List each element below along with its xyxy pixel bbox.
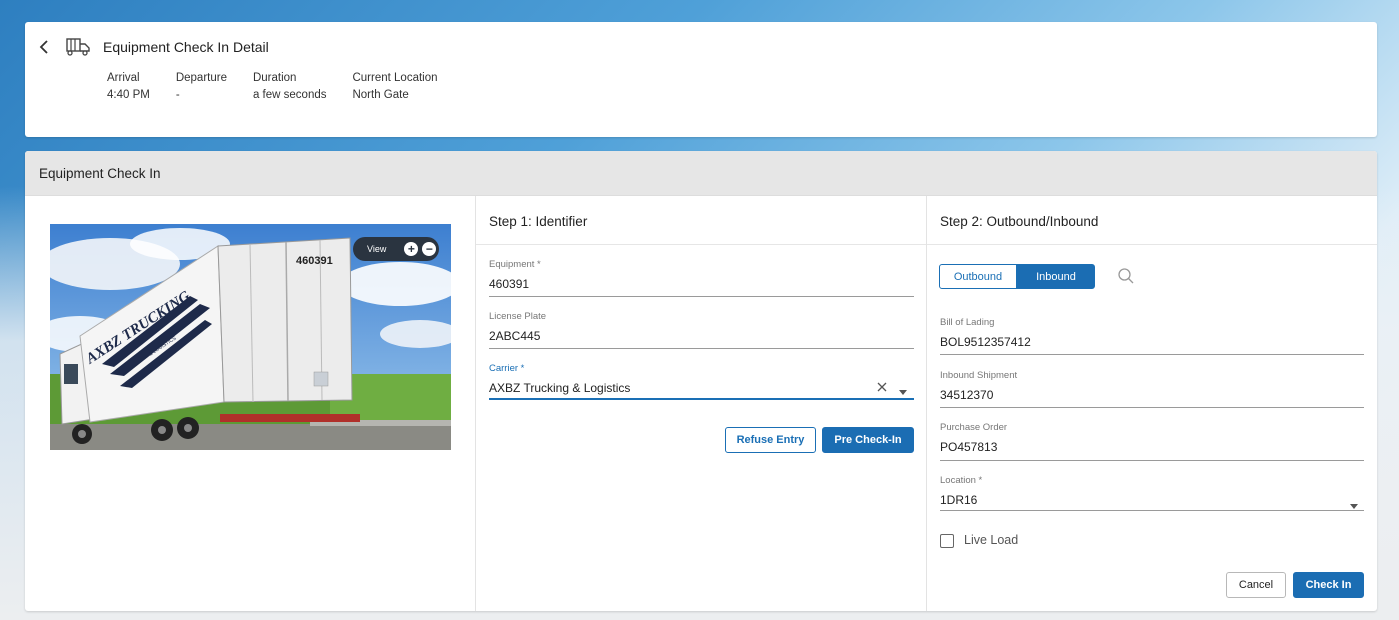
equipment-photo: AXBZ TRUCKING & LOGISTICS 460391 View + … bbox=[50, 224, 451, 450]
inbound-shipment-value: 34512370 bbox=[940, 388, 994, 402]
field-underline bbox=[940, 354, 1364, 355]
meta-label: Arrival bbox=[107, 72, 140, 84]
page-title: Equipment Check In Detail bbox=[103, 39, 269, 55]
view-label: View bbox=[367, 244, 387, 254]
step2-divider bbox=[927, 244, 1377, 245]
bill-of-lading-label: Bill of Lading bbox=[940, 317, 995, 328]
bill-of-lading-value: BOL9512357412 bbox=[940, 335, 1031, 349]
cancel-button[interactable]: Cancel bbox=[1226, 572, 1286, 598]
meta-departure: Departure - bbox=[176, 70, 227, 104]
meta-label: Duration bbox=[252, 72, 297, 84]
arrival-meta: Arrival 4:40 PM Departure - Duration a f… bbox=[107, 70, 464, 104]
truck-icon bbox=[65, 36, 93, 58]
header-card: Equipment Check In Detail Arrival 4:40 P… bbox=[25, 22, 1377, 137]
meta-value: a few seconds bbox=[252, 89, 327, 101]
field-underline bbox=[489, 348, 914, 349]
meta-current-location: Current Location North Gate bbox=[352, 70, 437, 104]
meta-arrival: Arrival 4:40 PM bbox=[107, 70, 150, 104]
meta-value: North Gate bbox=[352, 89, 409, 101]
equipment-value: 460391 bbox=[489, 277, 530, 291]
purchase-order-field[interactable]: Purchase Order PO457813 bbox=[940, 422, 1364, 462]
carrier-label: Carrier * bbox=[489, 363, 525, 374]
field-underline bbox=[489, 398, 914, 400]
clear-icon[interactable] bbox=[877, 379, 887, 397]
field-underline bbox=[489, 296, 914, 297]
outbound-toggle[interactable]: Outbound bbox=[939, 264, 1017, 289]
column-divider bbox=[926, 196, 927, 611]
search-icon[interactable] bbox=[1117, 267, 1135, 290]
license-plate-value: 2ABC445 bbox=[489, 329, 541, 343]
chevron-left-icon[interactable] bbox=[39, 37, 57, 57]
inbound-shipment-label: Inbound Shipment bbox=[940, 370, 1018, 381]
carrier-select[interactable]: Carrier * AXBZ Trucking & Logistics bbox=[489, 363, 914, 403]
license-plate-field[interactable]: License Plate 2ABC445 bbox=[489, 311, 914, 351]
license-plate-label: License Plate bbox=[489, 311, 547, 322]
section-header: Equipment Check In bbox=[25, 151, 1377, 196]
step1-divider bbox=[476, 244, 926, 245]
location-select[interactable]: Location * 1DR16 bbox=[940, 475, 1364, 515]
zoom-out-icon[interactable]: − bbox=[422, 242, 437, 256]
location-label: Location * bbox=[940, 475, 983, 486]
carrier-value: AXBZ Trucking & Logistics bbox=[489, 381, 631, 395]
meta-label: Current Location bbox=[352, 72, 438, 84]
field-underline bbox=[940, 407, 1364, 408]
inbound-toggle[interactable]: Inbound bbox=[1017, 264, 1095, 289]
refuse-entry-button[interactable]: Refuse Entry bbox=[725, 427, 816, 453]
field-underline bbox=[940, 460, 1364, 461]
direction-toggle: Outbound Inbound bbox=[939, 264, 1095, 289]
live-load-label: Live Load bbox=[964, 533, 1019, 547]
pre-check-in-button[interactable]: Pre Check-In bbox=[822, 427, 914, 453]
purchase-order-label: Purchase Order bbox=[940, 422, 1008, 433]
inbound-shipment-field[interactable]: Inbound Shipment 34512370 bbox=[940, 370, 1364, 410]
column-divider bbox=[475, 196, 476, 611]
caret-down-icon[interactable] bbox=[1350, 496, 1358, 514]
meta-label: Departure bbox=[175, 72, 227, 84]
trailer-number: 460391 bbox=[296, 255, 333, 267]
meta-value: - bbox=[175, 89, 180, 101]
equipment-label: Equipment * bbox=[489, 259, 541, 270]
view-zoom-control: View + − bbox=[353, 237, 439, 261]
step2-title: Step 2: Outbound/Inbound bbox=[940, 214, 1099, 229]
meta-value: 4:40 PM bbox=[107, 89, 150, 101]
section-title: Equipment Check In bbox=[39, 166, 161, 181]
step1-title: Step 1: Identifier bbox=[489, 214, 588, 229]
live-load-checkbox[interactable] bbox=[940, 534, 954, 548]
field-underline bbox=[940, 510, 1364, 511]
zoom-in-icon[interactable]: + bbox=[404, 242, 419, 256]
location-value: 1DR16 bbox=[940, 493, 978, 507]
check-in-button[interactable]: Check In bbox=[1293, 572, 1364, 598]
equipment-field[interactable]: Equipment * 460391 bbox=[489, 259, 914, 299]
meta-duration: Duration a few seconds bbox=[253, 70, 327, 104]
check-in-card: Equipment Check In AXBZ TRUCKING & LOGIS… bbox=[25, 151, 1377, 611]
purchase-order-value: PO457813 bbox=[940, 440, 998, 454]
bill-of-lading-field[interactable]: Bill of Lading BOL9512357412 bbox=[940, 317, 1364, 357]
